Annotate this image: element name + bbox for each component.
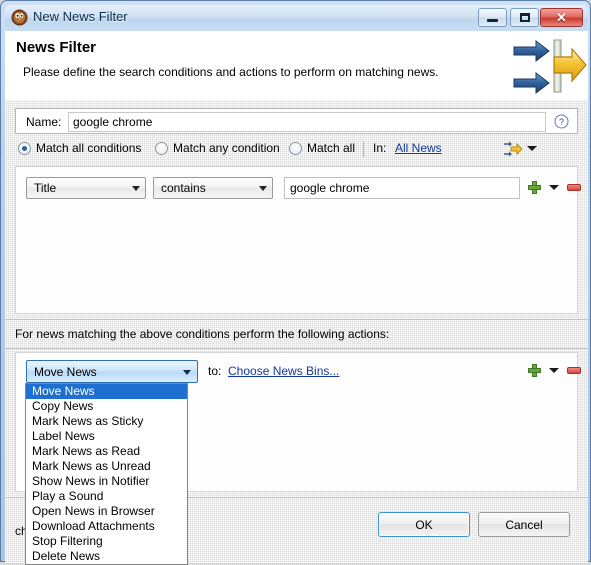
dropdown-item[interactable]: Download Attachments (26, 519, 187, 534)
action-type-combo[interactable]: Move News (26, 360, 198, 383)
scope-filter-icon[interactable] (503, 140, 523, 158)
radio-label-match-all-conditions: Match all conditions (36, 141, 142, 155)
dialog-window: New News Filter ✕ News Filter Please def… (0, 0, 591, 565)
actions-section-label: For news matching the above conditions p… (15, 327, 390, 341)
close-button[interactable]: ✕ (540, 8, 583, 27)
window-title: New News Filter (33, 9, 128, 24)
help-question-icon[interactable]: ? (554, 114, 569, 129)
conditions-pane: Title contains (15, 166, 581, 314)
dropdown-item[interactable]: Move News (26, 384, 187, 399)
remove-condition-button[interactable] (567, 184, 581, 191)
in-label: In: (373, 141, 387, 155)
maximize-button[interactable] (510, 8, 539, 27)
filter-arrows-icon (510, 31, 588, 100)
radio-match-all-conditions[interactable] (18, 142, 31, 155)
action-to-label: to: (208, 364, 222, 378)
action-menu-chevron-down-icon[interactable] (549, 368, 559, 373)
chevron-down-icon (259, 186, 267, 191)
action-type-dropdown-list[interactable]: Move News Copy News Mark News as Sticky Lab… (25, 383, 188, 565)
cancel-button-label: Cancel (505, 517, 543, 532)
dropdown-item[interactable]: Copy News (26, 399, 187, 414)
dialog-body: Name: ? Match all conditions Match any c… (5, 100, 588, 565)
condition-menu-chevron-down-icon[interactable] (549, 185, 559, 190)
page-title: News Filter (16, 39, 97, 56)
chevron-down-icon (183, 370, 191, 375)
dropdown-item[interactable]: Mark News as Read (26, 444, 187, 459)
action-type-value: Move News (34, 365, 97, 379)
choose-news-bins-link[interactable]: Choose News Bins... (228, 364, 339, 378)
vertical-divider (363, 141, 364, 157)
condition-operator-value: contains (161, 181, 206, 195)
svg-text:?: ? (559, 117, 564, 127)
match-options-row: Match all conditions Match any condition… (15, 138, 578, 162)
dropdown-item[interactable]: Play a Sound (26, 489, 187, 504)
filter-name-input[interactable] (68, 112, 546, 132)
close-icon: ✕ (556, 10, 567, 25)
condition-operator-combo[interactable]: contains (153, 177, 273, 199)
minimize-icon (479, 9, 506, 26)
radio-match-all[interactable] (289, 142, 302, 155)
actions-label-band: For news matching the above conditions p… (5, 319, 588, 349)
condition-field-value: Title (34, 181, 57, 195)
name-row: Name: ? (15, 108, 578, 134)
rssowl-icon (11, 9, 28, 26)
condition-value-input[interactable] (284, 177, 520, 199)
radio-match-any-condition[interactable] (155, 142, 168, 155)
add-action-button[interactable] (528, 364, 541, 377)
dropdown-item[interactable]: Open News in Browser (26, 504, 187, 519)
dropdown-item[interactable]: Mark News as Sticky (26, 414, 187, 429)
scope-link[interactable]: All News (395, 141, 442, 155)
remove-action-button[interactable] (567, 367, 581, 374)
dropdown-item[interactable]: Label News (26, 429, 187, 444)
dialog-header: News Filter Please define the search con… (5, 31, 588, 101)
maximize-icon (511, 9, 538, 26)
scope-chevron-down-icon[interactable] (527, 146, 537, 151)
dropdown-item[interactable]: Stop Filtering (26, 534, 187, 549)
condition-field-combo[interactable]: Title (26, 177, 146, 199)
page-subtitle: Please define the search conditions and … (23, 65, 439, 79)
dropdown-item[interactable]: Show News in Notifier (26, 474, 187, 489)
add-condition-button[interactable] (528, 181, 541, 194)
chevron-down-icon (132, 186, 140, 191)
title-bar: New News Filter ✕ (5, 5, 588, 31)
ok-button[interactable]: OK (378, 512, 470, 537)
name-label: Name: (26, 115, 62, 129)
cancel-button[interactable]: Cancel (478, 512, 570, 537)
ok-button-label: OK (415, 517, 433, 532)
dropdown-item[interactable]: Mark News as Unread (26, 459, 187, 474)
radio-label-match-all: Match all (307, 141, 356, 155)
radio-label-match-any-condition: Match any condition (173, 141, 280, 155)
minimize-button[interactable] (478, 8, 507, 27)
